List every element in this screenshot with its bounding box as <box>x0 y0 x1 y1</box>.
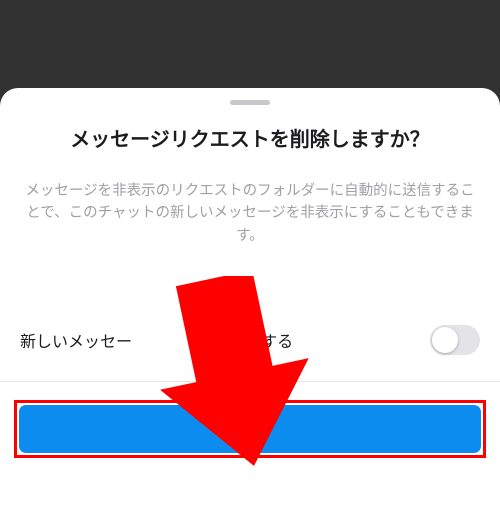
action-sheet: メッセージリクエストを削除しますか？ メッセージを非表示のリクエストのフォルダー… <box>0 88 500 512</box>
delete-button-label: 削除 <box>233 417 267 442</box>
dialog-title: メッセージリクエストを削除しますか？ <box>0 123 500 180</box>
delete-button[interactable]: 削除 <box>19 405 481 453</box>
toggle-knob <box>432 327 458 353</box>
highlight-box: 削除 <box>14 400 486 458</box>
dialog-subtitle: メッセージを非表示のリクエストのフォルダーに自動的に送信することで、このチャット… <box>0 180 500 325</box>
hide-messages-toggle[interactable] <box>430 325 480 355</box>
toggle-label: 新しいメッセー 表示にする <box>20 328 293 352</box>
divider <box>0 381 500 382</box>
sheet-grabber[interactable] <box>230 100 270 105</box>
toggle-row: 新しいメッセー 表示にする <box>0 325 500 381</box>
